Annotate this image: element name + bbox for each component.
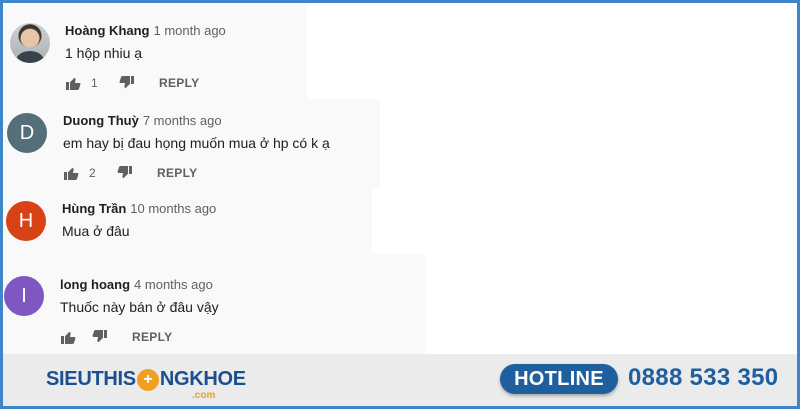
comment-time[interactable]: 7 months ago xyxy=(143,113,222,128)
like-count: 2 xyxy=(89,166,96,180)
comment-actions: REPLY xyxy=(60,329,172,345)
avatar[interactable]: I xyxy=(4,276,44,316)
logo-domain: .com xyxy=(192,390,216,401)
comment-actions: 2 REPLY xyxy=(63,165,197,181)
comment-actions: 1 REPLY xyxy=(65,75,199,91)
thumbs-down-icon[interactable] xyxy=(92,329,108,345)
cross-icon: + xyxy=(136,368,159,391)
reply-button[interactable]: REPLY xyxy=(157,166,197,180)
author-name[interactable]: Duong Thuỳ xyxy=(63,113,139,128)
brand-logo: SIEUTHIS + NGKHOE xyxy=(46,368,246,391)
thumbs-up-icon[interactable] xyxy=(65,75,81,91)
thumbs-down-icon[interactable] xyxy=(117,165,133,181)
author-name[interactable]: long hoang xyxy=(60,277,130,292)
comment-text: em hay bị đau họng muốn mua ở hp có k ạ xyxy=(63,135,330,151)
comment-text: 1 hộp nhiu ạ xyxy=(65,45,143,61)
logo-text-part1: SIEUTHIS xyxy=(46,368,136,390)
comment-header: Duong Thuỳ 7 months ago xyxy=(63,113,222,128)
author-name[interactable]: Hùng Trần xyxy=(62,201,126,216)
hotline-number[interactable]: 0888 533 350 xyxy=(628,364,778,392)
avatar[interactable] xyxy=(10,23,50,63)
avatar[interactable]: H xyxy=(6,201,46,241)
like-count: 1 xyxy=(91,76,98,90)
thumbs-up-icon[interactable] xyxy=(63,165,79,181)
reply-button[interactable]: REPLY xyxy=(132,330,172,344)
comment-time[interactable]: 1 month ago xyxy=(154,23,226,38)
comment-header: long hoang 4 months ago xyxy=(60,277,213,292)
reply-button[interactable]: REPLY xyxy=(159,76,199,90)
comment-panel-3 xyxy=(0,189,372,254)
comment-header: Hùng Trần 10 months ago xyxy=(62,201,216,216)
comment-time[interactable]: 4 months ago xyxy=(134,277,213,292)
comment-header: Hoàng Khang 1 month ago xyxy=(65,23,226,38)
comment-time[interactable]: 10 months ago xyxy=(130,201,216,216)
thumbs-up-icon[interactable] xyxy=(60,329,76,345)
thumbs-down-icon[interactable] xyxy=(119,75,135,91)
hotline-label: HOTLINE xyxy=(500,364,618,394)
comment-text: Thuốc này bán ở đâu vậy xyxy=(60,299,219,315)
comment-text: Mua ở đâu xyxy=(62,223,130,239)
logo-text-part2: NGKHOE xyxy=(159,368,246,390)
author-name[interactable]: Hoàng Khang xyxy=(65,23,150,38)
avatar[interactable]: D xyxy=(7,113,47,153)
